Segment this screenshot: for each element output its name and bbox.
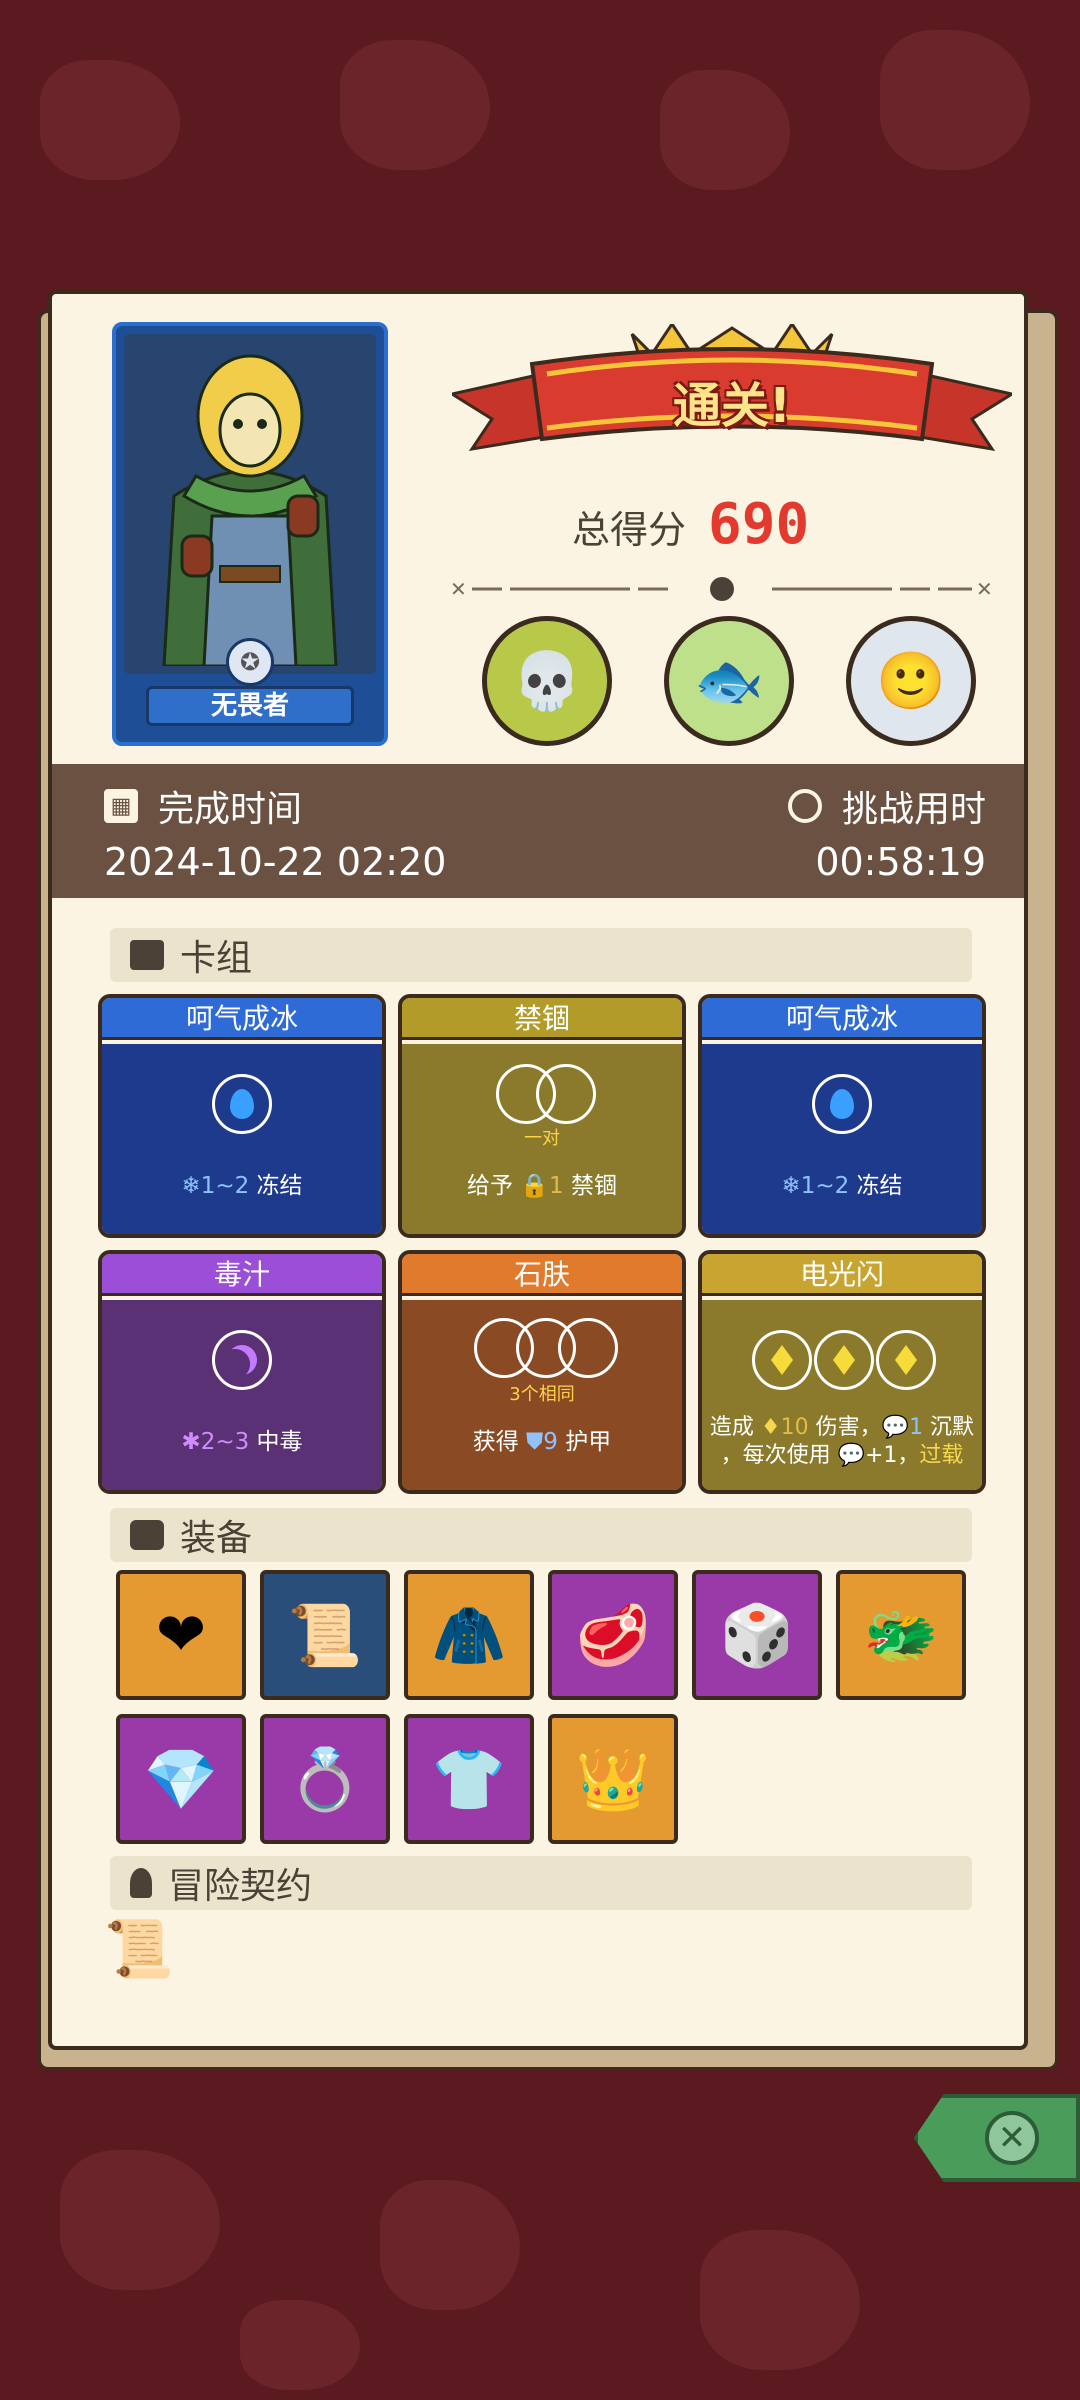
calendar-icon: ▦ bbox=[104, 789, 138, 823]
contract-scroll-icon[interactable]: 📜 bbox=[104, 1916, 176, 1994]
deck-title: 卡组 bbox=[180, 938, 253, 979]
stopwatch-icon bbox=[787, 789, 822, 823]
meat-icon[interactable]: 🥩 bbox=[548, 1570, 678, 1700]
card-description: ❄1~2 冻结 bbox=[181, 1173, 303, 1199]
cube-icon bbox=[130, 1520, 164, 1550]
score-label: 总得分 bbox=[572, 508, 687, 552]
water-drop-icon bbox=[212, 1074, 272, 1134]
dragon-head-icon[interactable]: 🐲 bbox=[836, 1570, 966, 1700]
card-description: 造成 ♦10 伤害，💬1 沉默 ，每次使用 💬+1，过载 bbox=[709, 1415, 975, 1468]
victory-text: 通关! bbox=[673, 378, 791, 434]
close-button[interactable]: ✕ bbox=[914, 2094, 1080, 2182]
card-title: 禁锢 bbox=[402, 998, 682, 1040]
duration-value: 00:58:19 bbox=[815, 840, 986, 884]
finish-time-label-group: ▦ 完成时间 bbox=[104, 780, 302, 832]
person-icon bbox=[130, 1868, 152, 1898]
equipment-title: 装备 bbox=[180, 1518, 253, 1559]
card-title: 石肤 bbox=[402, 1254, 682, 1296]
card-venom[interactable]: 毒汁 ✱2~3 中毒 bbox=[98, 1250, 386, 1494]
time-band: ▦ 完成时间 2024-10-22 02:20 挑战用时 00:58:19 bbox=[52, 764, 1024, 898]
svg-text:✕: ✕ bbox=[450, 577, 467, 601]
duration-label-group: 挑战用时 bbox=[787, 780, 986, 832]
hero-figure bbox=[162, 354, 338, 666]
tunic-icon[interactable]: 👕 bbox=[404, 1714, 534, 1844]
card-title: 毒汁 bbox=[102, 1254, 382, 1296]
cards-icon bbox=[130, 940, 164, 970]
card-lightning-flash[interactable]: 电光闪 造成 ♦10 伤害，💬1 沉默 ，每次使用 💬+1，过载 bbox=[698, 1250, 986, 1494]
diamond-icon bbox=[876, 1330, 936, 1390]
score-value: 690 bbox=[708, 492, 810, 557]
slot-requirement: 3个相同 bbox=[509, 1384, 575, 1405]
svg-text:✕: ✕ bbox=[976, 577, 993, 601]
boss-dinosaur-skull-icon: 💀 bbox=[482, 616, 612, 746]
card-description: ✱2~3 中毒 bbox=[181, 1429, 303, 1455]
duration-label: 挑战用时 bbox=[841, 789, 986, 830]
water-drop-icon bbox=[812, 1074, 872, 1134]
snowflake-icon: ❄ bbox=[781, 1173, 801, 1199]
contract-title: 冒险契约 bbox=[168, 1866, 313, 1907]
card-description: ❄1~2 冻结 bbox=[781, 1173, 903, 1199]
boss-fish-monster-icon: 🐟 bbox=[664, 616, 794, 746]
diamond-icon bbox=[752, 1330, 812, 1390]
ring-icon[interactable]: 💍 bbox=[260, 1714, 390, 1844]
card-description: 给予 🔒1 禁锢 bbox=[467, 1173, 617, 1199]
hero-portrait: ✪ 无畏者 bbox=[112, 322, 388, 746]
heart-icon[interactable]: ❤ bbox=[116, 1570, 246, 1700]
empty-slot-icon bbox=[558, 1318, 618, 1378]
finish-time-value: 2024-10-22 02:20 bbox=[104, 840, 447, 884]
score-row: 总得分 690 bbox=[572, 492, 809, 557]
card-breath-frost-2[interactable]: 呵气成冰 ❄1~2 冻结 bbox=[698, 994, 986, 1238]
card-description: 获得 ⛊9 护甲 bbox=[472, 1429, 612, 1455]
card-breath-frost-1[interactable]: 呵气成冰 ❄1~2 冻结 bbox=[98, 994, 386, 1238]
result-panel: ✪ 无畏者 通关! 总得分 690 ✕ ✕ 💀 🐟 🙂 ▦ 完成时间 2024-… bbox=[48, 290, 1028, 2050]
contract-section-header: 冒险契约 bbox=[110, 1856, 972, 1910]
ruby-icon[interactable]: 💎 bbox=[116, 1714, 246, 1844]
hero-name: 无畏者 bbox=[146, 686, 354, 726]
boss-divider: ✕ ✕ bbox=[450, 577, 993, 601]
lock-icon: 🔒 bbox=[520, 1173, 549, 1199]
slot-requirement: 一对 bbox=[524, 1128, 560, 1149]
close-icon: ✕ bbox=[985, 2111, 1039, 2165]
d20-die-icon[interactable]: 🎲 bbox=[692, 1570, 822, 1700]
shield-icon: ⛊ bbox=[526, 1429, 544, 1455]
sweater-icon[interactable]: 🧥 bbox=[404, 1570, 534, 1700]
poison-icon: ✱ bbox=[181, 1429, 201, 1455]
defeated-bosses: 💀 🐟 🙂 bbox=[482, 616, 976, 746]
equipment-section-header: 装备 bbox=[110, 1508, 972, 1562]
boss-masked-figure-icon: 🙂 bbox=[846, 616, 976, 746]
empty-slot-icon bbox=[536, 1064, 596, 1124]
deck-section-header: 卡组 bbox=[110, 928, 972, 982]
card-title: 呵气成冰 bbox=[102, 998, 382, 1040]
scroll-icon[interactable]: 📜 bbox=[260, 1570, 390, 1700]
hero-class-badge-icon: ✪ bbox=[226, 638, 274, 686]
card-title: 电光闪 bbox=[702, 1254, 982, 1296]
card-stoneskin[interactable]: 石肤 3个相同 获得 ⛊9 护甲 bbox=[398, 1250, 686, 1494]
snowflake-icon: ❄ bbox=[181, 1173, 201, 1199]
moon-icon bbox=[212, 1330, 272, 1390]
card-imprison[interactable]: 禁锢 一对 给予 🔒1 禁锢 bbox=[398, 994, 686, 1238]
crown-icon[interactable]: 👑 bbox=[548, 1714, 678, 1844]
diamond-icon bbox=[814, 1330, 874, 1390]
finish-time-label: 完成时间 bbox=[158, 789, 303, 830]
card-title: 呵气成冰 bbox=[702, 998, 982, 1040]
silence-icon: 💬 bbox=[881, 1415, 910, 1440]
